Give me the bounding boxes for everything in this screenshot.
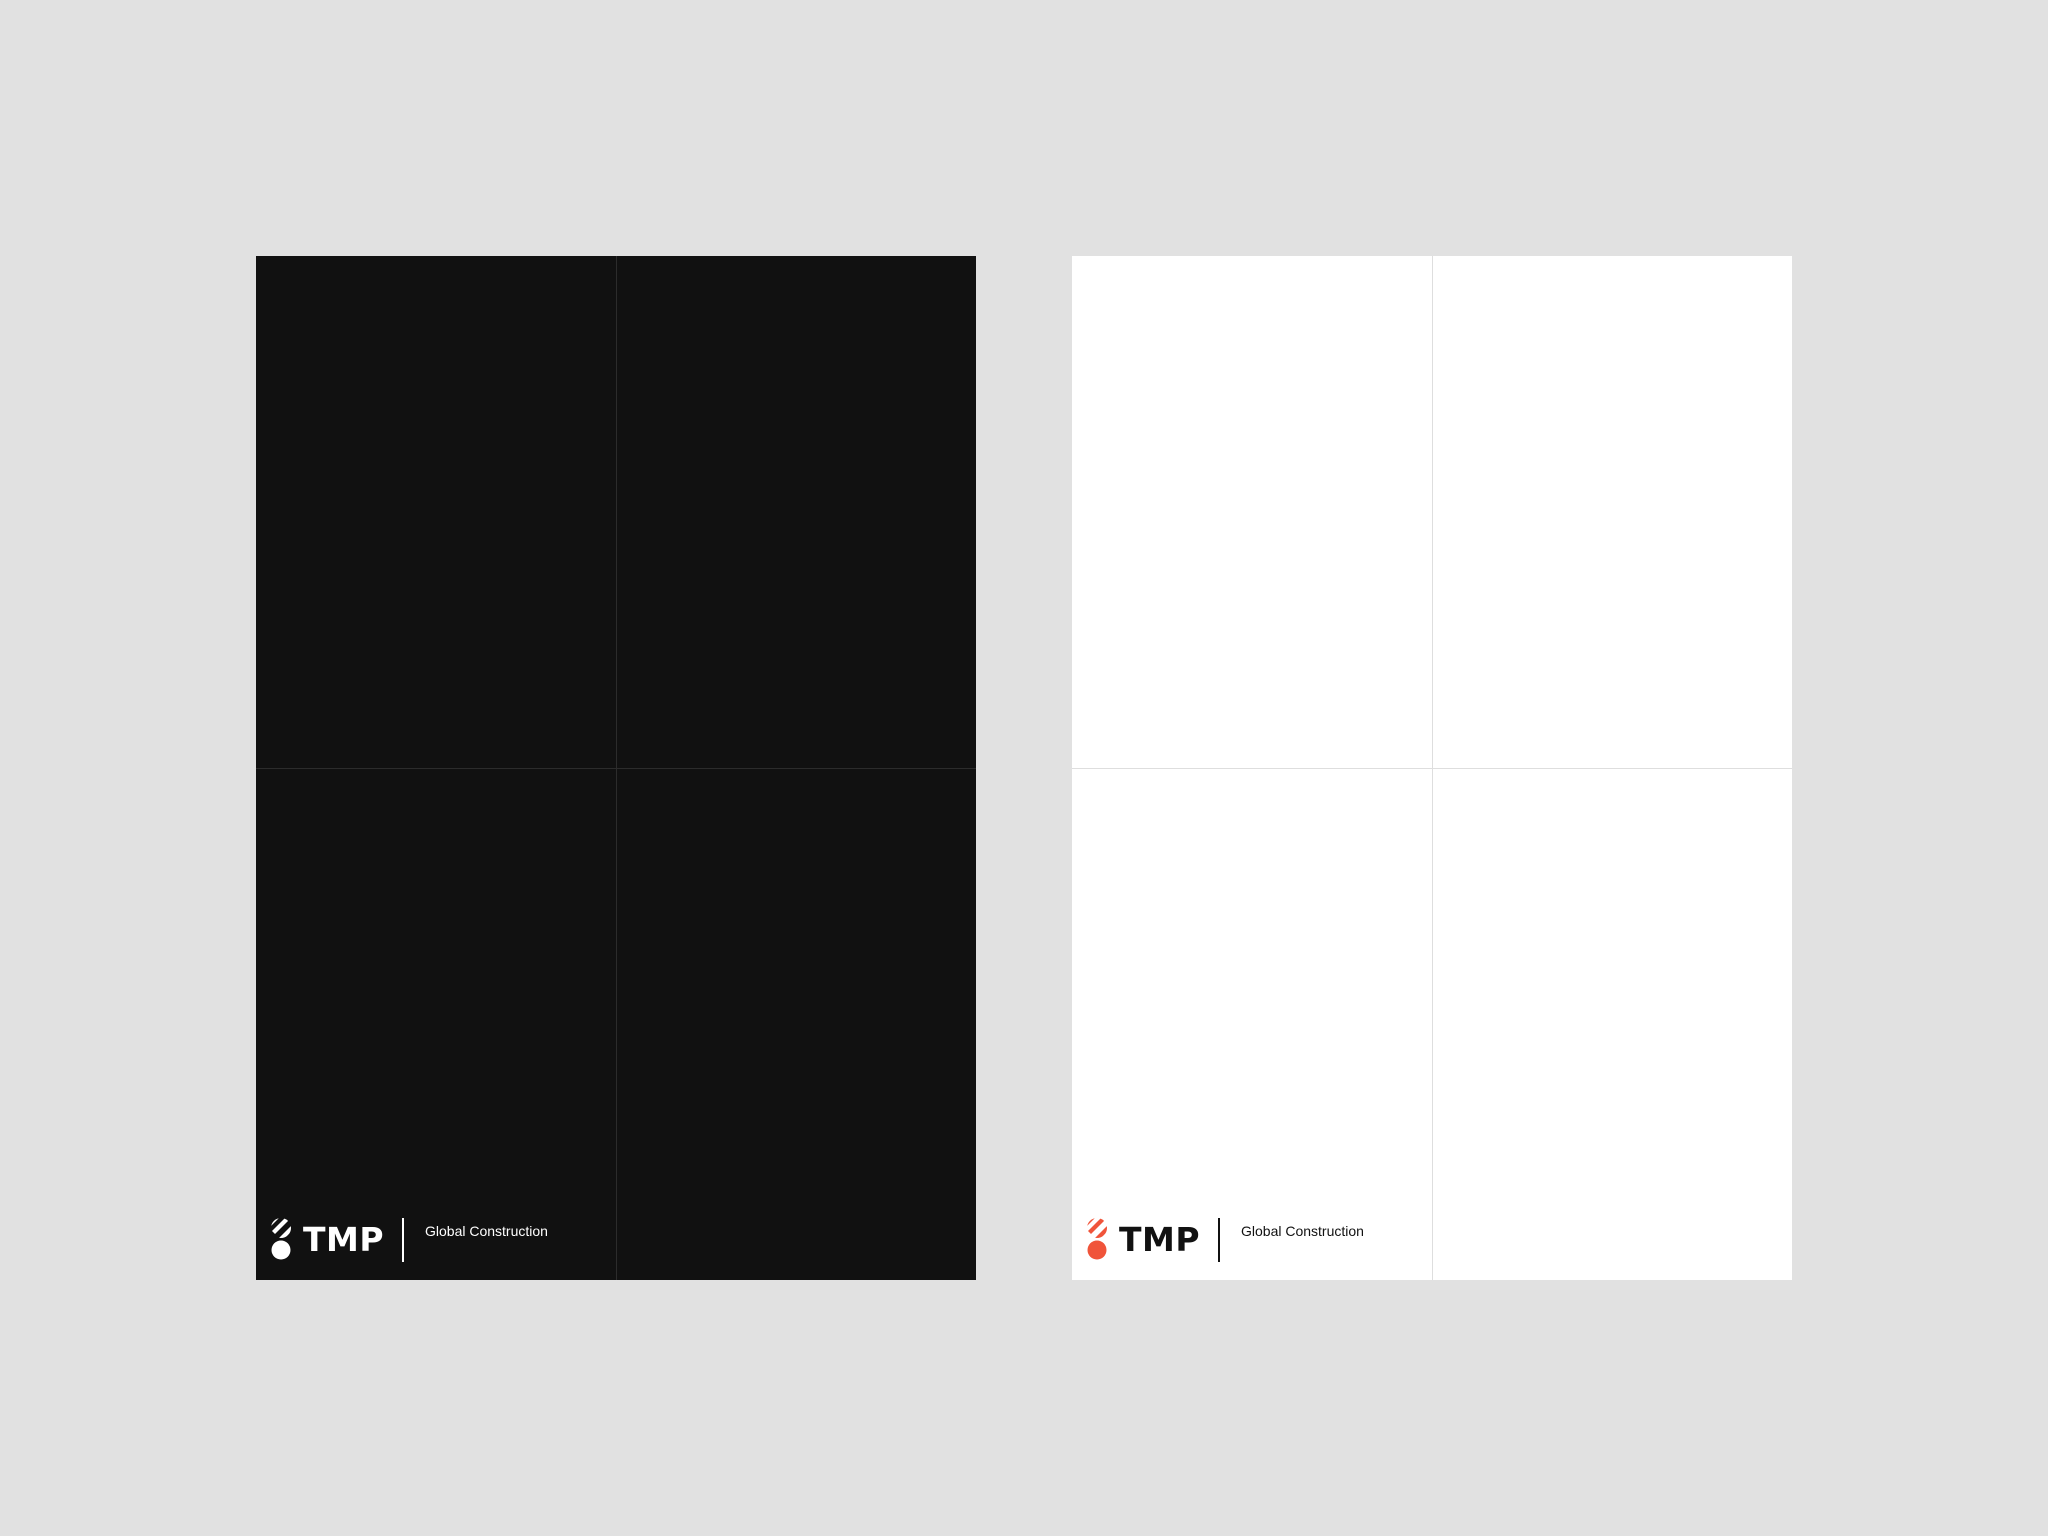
light-poster: TMP Global Construction (1072, 256, 1792, 1280)
horizontal-grid-line (1072, 768, 1792, 769)
tmp-logo-mark-icon (271, 1218, 291, 1260)
tagline: Global Construction (425, 1223, 548, 1239)
tmp-logo: TMP (271, 1218, 386, 1264)
tagline: Global Construction (1241, 1223, 1364, 1239)
presentation-canvas: { "posters": [ { "variant": "dark", "bac… (0, 0, 2048, 1536)
tmp-logo: TMP (1087, 1218, 1202, 1264)
horizontal-grid-line (256, 768, 976, 769)
tmp-logo-mark-icon (1087, 1218, 1107, 1260)
logo-divider (1218, 1218, 1220, 1262)
tmp-wordmark: TMP (1119, 1220, 1201, 1259)
logo-divider (402, 1218, 404, 1262)
dark-poster: TMP Global Construction (256, 256, 976, 1280)
tmp-wordmark: TMP (303, 1220, 385, 1259)
